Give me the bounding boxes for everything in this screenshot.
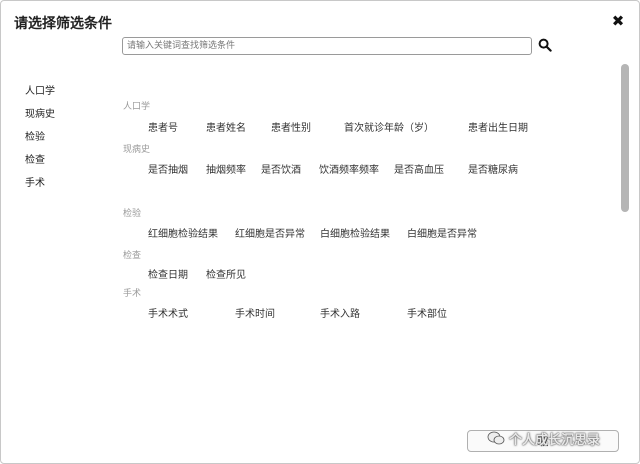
filter-option[interactable]: 手术时间: [235, 305, 275, 320]
filter-option[interactable]: 是否饮酒: [261, 161, 301, 176]
filter-option[interactable]: 白细胞是否异常: [407, 225, 477, 240]
filter-option[interactable]: 手术术式: [148, 305, 188, 320]
filter-option[interactable]: 是否高血压: [394, 161, 444, 176]
scrollbar-thumb[interactable]: [621, 64, 629, 212]
filter-option[interactable]: 红细胞检验结果: [148, 225, 218, 240]
section-heading-demographics: 人口学: [123, 102, 151, 112]
section-heading-present-illness: 现病史: [123, 145, 151, 155]
filter-option[interactable]: 抽烟频率: [206, 161, 246, 176]
cancel-button-label: 取: [537, 435, 549, 448]
filter-option[interactable]: 检查所见: [206, 266, 246, 281]
cancel-button[interactable]: 取: [467, 430, 619, 452]
filter-options-panel: 人口学 患者号 患者姓名 患者性别 首次就诊年龄（岁） 患者出生日期 现病史 是…: [1, 1, 621, 463]
filter-option[interactable]: 检查日期: [148, 266, 188, 281]
filter-option[interactable]: 是否糖尿病: [468, 161, 518, 176]
section-heading-examination: 检查: [123, 251, 142, 261]
filter-option[interactable]: 白细胞检验结果: [320, 225, 390, 240]
filter-option[interactable]: 患者出生日期: [468, 119, 528, 134]
filter-option[interactable]: 是否抽烟: [148, 161, 188, 176]
filter-option[interactable]: 首次就诊年龄（岁）: [344, 119, 434, 134]
filter-option[interactable]: 手术入路: [320, 305, 360, 320]
filter-option[interactable]: 手术部位: [407, 305, 447, 320]
filter-option[interactable]: 红细胞是否异常: [235, 225, 305, 240]
filter-option[interactable]: 患者号: [148, 119, 178, 134]
filter-option[interactable]: 饮酒频率频率: [319, 161, 379, 176]
section-heading-lab-test: 检验: [123, 209, 142, 219]
filter-dialog: 请选择筛选条件 ✖ 人口学 现病史 检验 检查 手术 人口学 患者号 患者姓名 …: [0, 0, 640, 464]
section-heading-surgery: 手术: [123, 289, 142, 299]
filter-option[interactable]: 患者性别: [271, 119, 311, 134]
filter-option[interactable]: 患者姓名: [206, 119, 246, 134]
